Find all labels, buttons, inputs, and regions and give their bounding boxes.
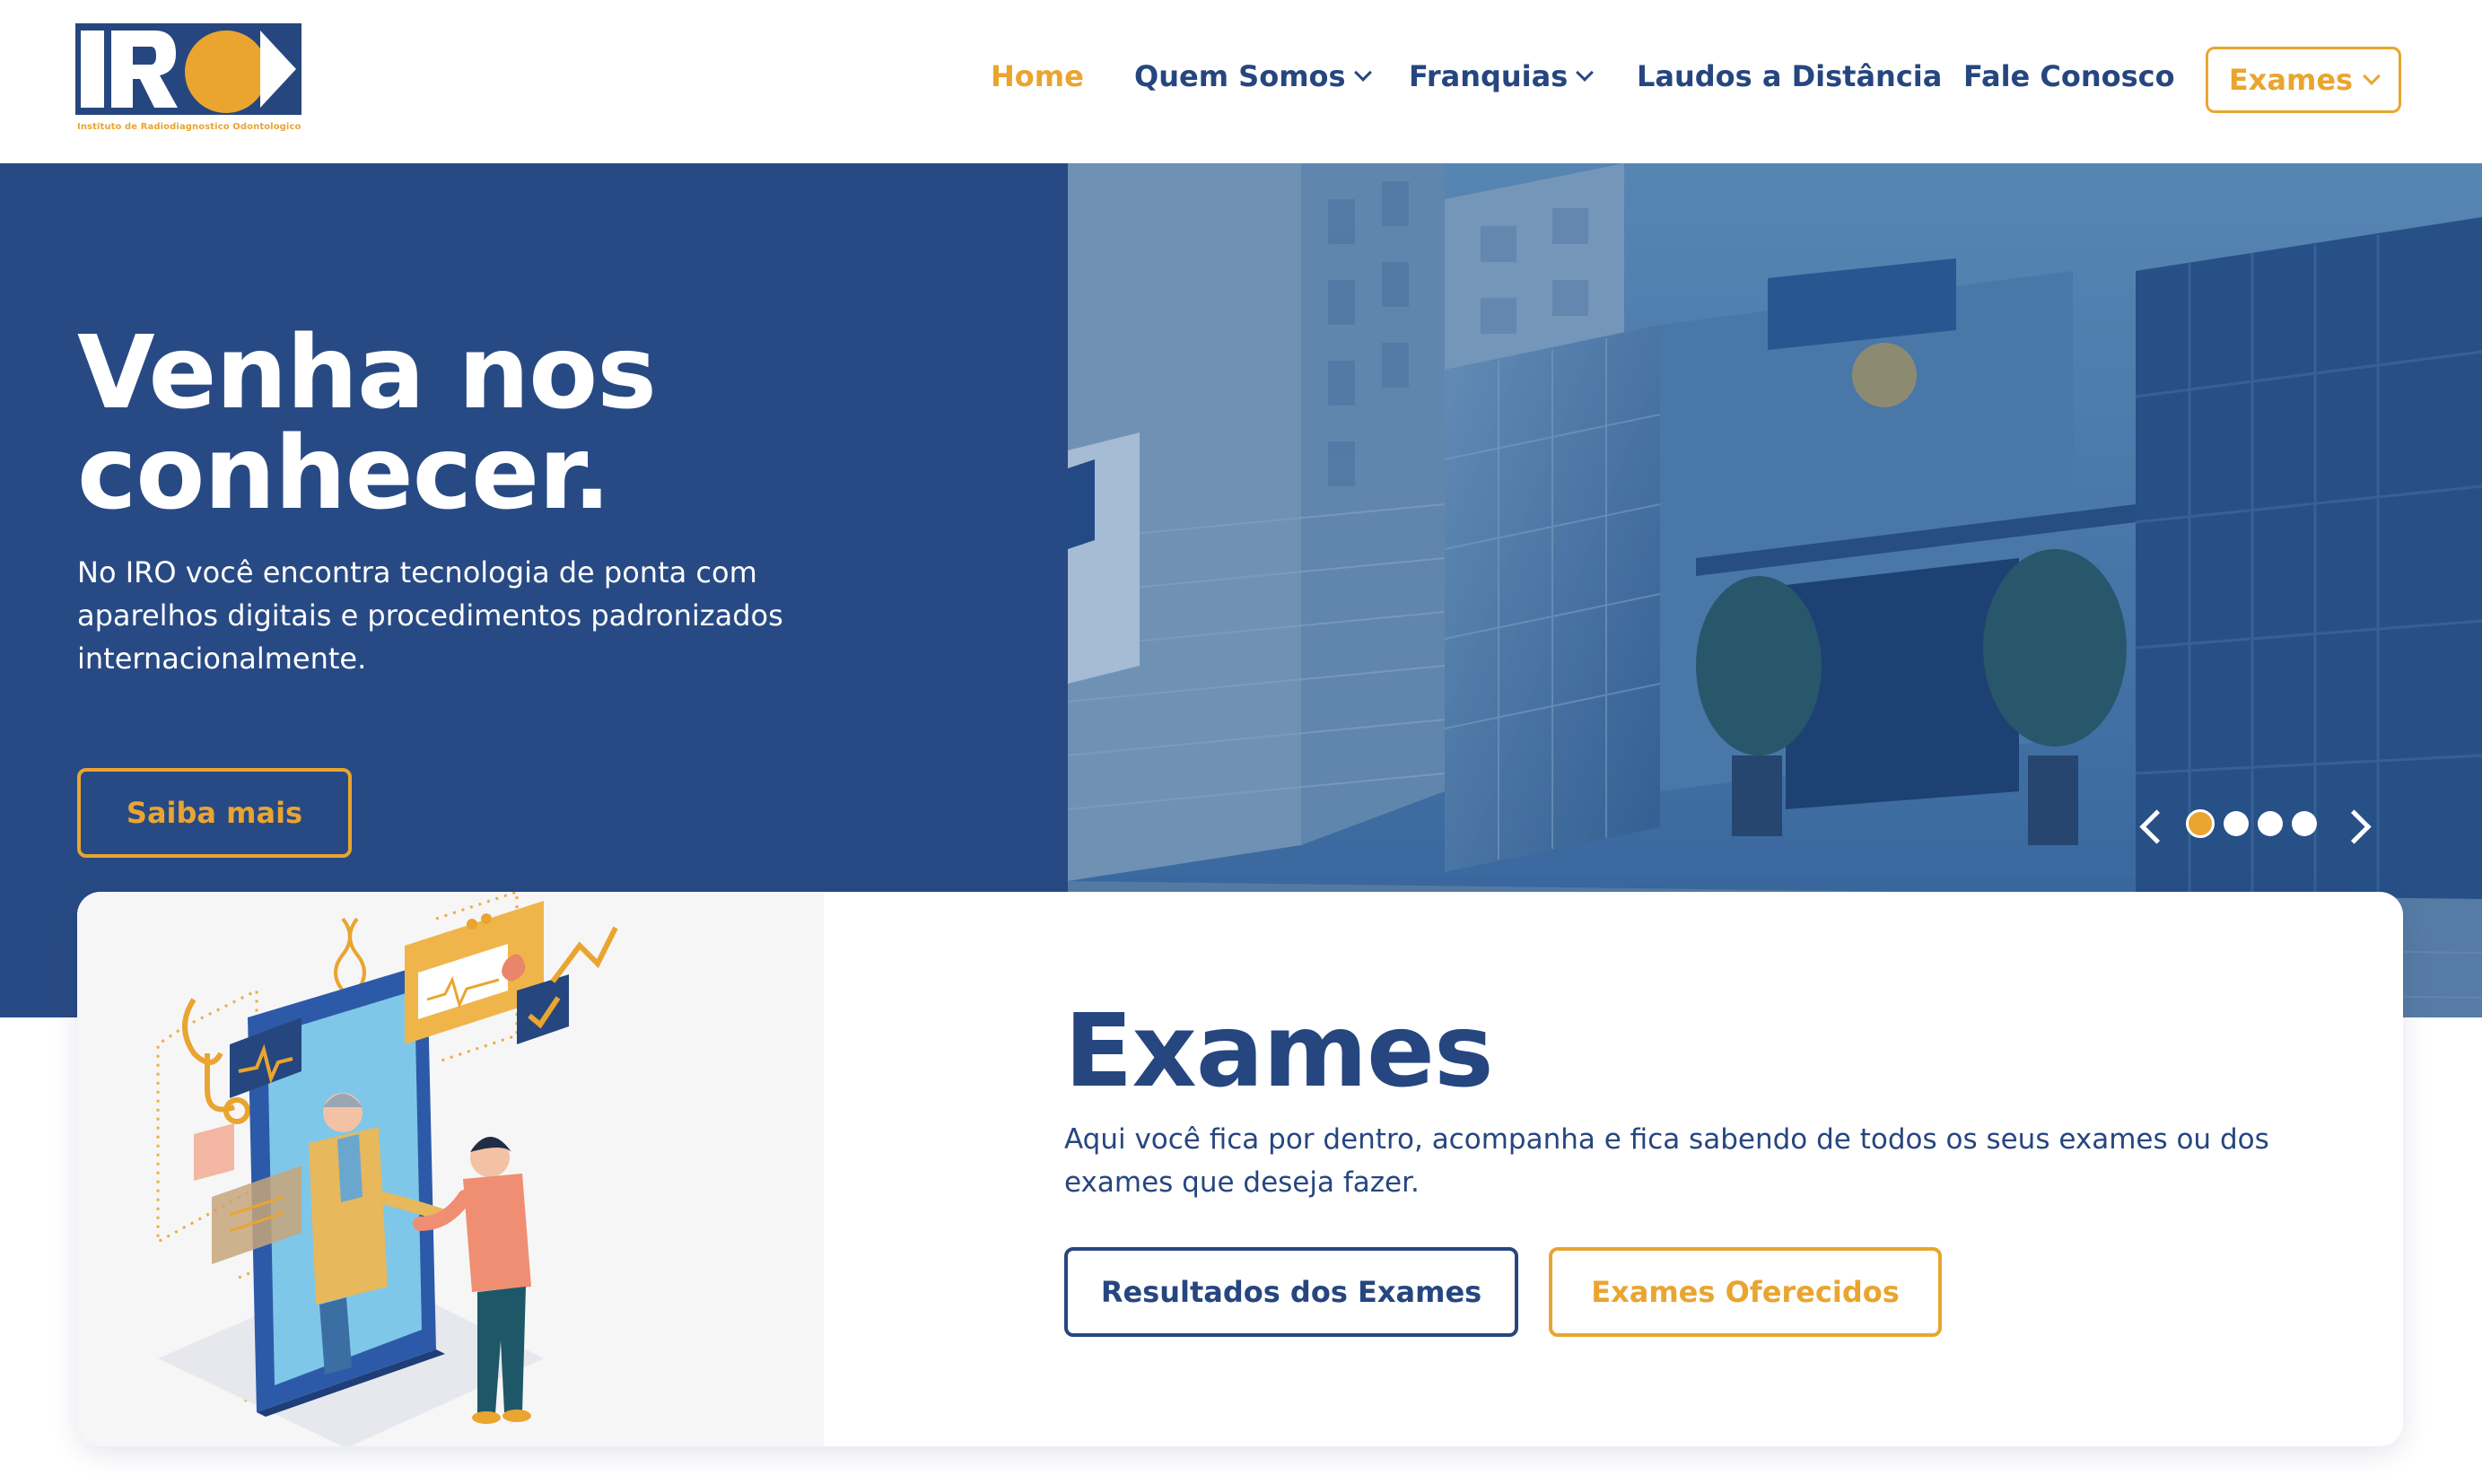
slider-dot-4[interactable] [2292, 811, 2317, 836]
hero-building-photo [1068, 163, 2482, 1017]
hero-title: Venha nos conhecer. [77, 315, 657, 532]
resultados-dos-exames-button[interactable]: Resultados dos Exames [1064, 1247, 1518, 1337]
chevron-left-icon[interactable] [2134, 807, 2170, 843]
nav-home-label: Home [991, 59, 1084, 93]
hero-banner: Venha nos conhecer. No IRO você encontra… [0, 163, 2482, 1017]
iro-logo[interactable]: Instituto de Radiodiagnostico Odontologi… [75, 23, 302, 135]
exames-card: Exames Aqui você fica por dentro, acompa… [77, 892, 2403, 1446]
chevron-down-icon [1576, 64, 1595, 82]
hero-title-line1: Venha nos [77, 315, 657, 432]
nav-quem-somos[interactable]: Quem Somos [1134, 59, 1372, 93]
telemedicine-illustration [77, 892, 824, 1446]
exames-section-title: Exames [1064, 993, 1494, 1110]
doctor-phone-illustration [156, 892, 618, 1446]
site-header: Instituto de Radiodiagnostico Odontologi… [0, 0, 2482, 163]
nav-fale-conosco[interactable]: Fale Conosco [1963, 59, 2175, 93]
logo-tagline: Instituto de Radiodiagnostico Odontologi… [77, 122, 302, 132]
nav-franquias-label: Franquias [1409, 59, 1569, 93]
nav-laudos-label: Laudos a Distância [1637, 59, 1943, 93]
building-illustration [1068, 163, 2482, 1017]
exames-oferecidos-button[interactable]: Exames Oferecidos [1549, 1247, 1942, 1337]
hero-title-line2: conhecer. [77, 415, 611, 532]
chevron-down-icon [1353, 64, 1372, 82]
hero-description: No IRO você encontra tecnologia de ponta… [77, 555, 783, 676]
nav-laudos-a-distancia[interactable]: Laudos a Distância [1637, 59, 1942, 93]
nav-franquias[interactable]: Franquias [1409, 59, 1595, 93]
saiba-mais-button[interactable]: Saiba mais [77, 768, 352, 858]
nav-quem-somos-label: Quem Somos [1134, 59, 1346, 93]
exames-dropdown-label: Exames [2228, 63, 2354, 97]
exames-dropdown-button[interactable]: Exames [2206, 47, 2401, 113]
slider-dot-1[interactable] [2186, 809, 2215, 838]
nav-fale-conosco-label: Fale Conosco [1963, 59, 2175, 93]
nav-home[interactable]: Home [991, 59, 1084, 93]
iro-logo-mark [75, 23, 302, 115]
chevron-down-icon [2363, 67, 2381, 85]
slider-dot-3[interactable] [2258, 811, 2283, 836]
slider-dot-2[interactable] [2224, 811, 2249, 836]
exames-section-description: Aqui você fica por dentro, acompanha e f… [1064, 1123, 2269, 1199]
chevron-right-icon[interactable] [2340, 807, 2376, 843]
